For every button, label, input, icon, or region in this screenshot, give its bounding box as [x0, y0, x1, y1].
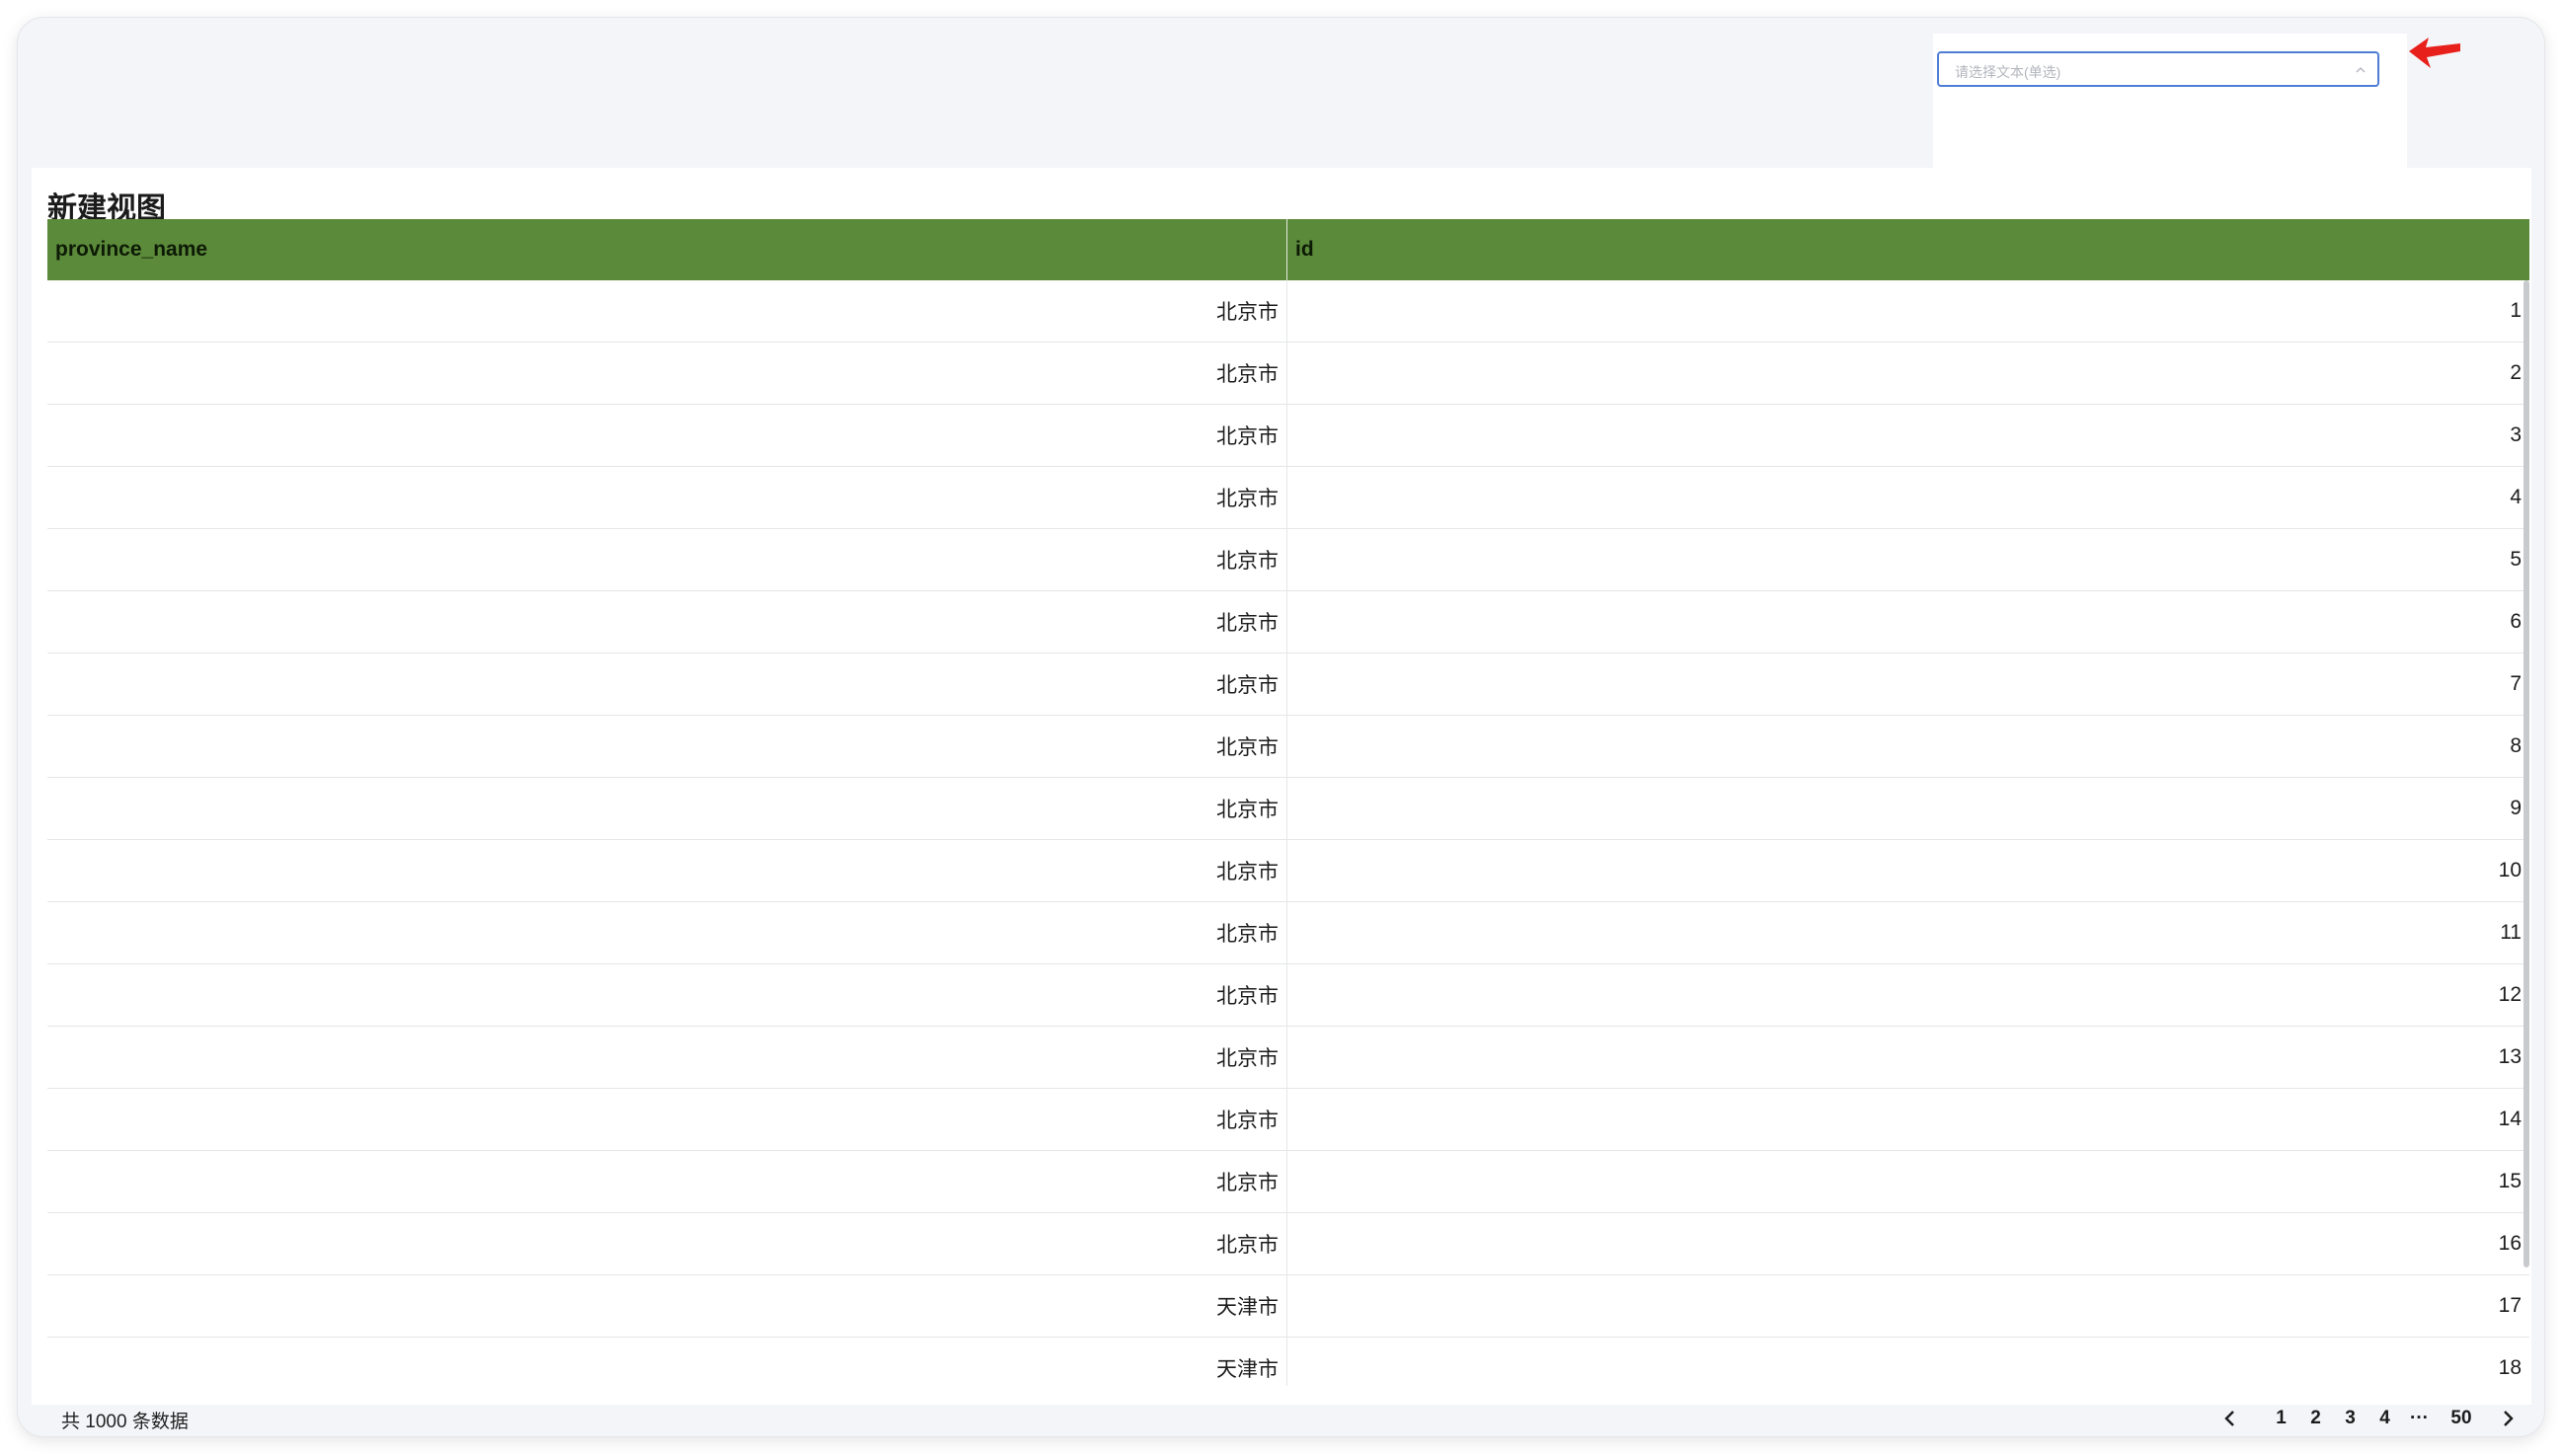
column-header-province-name[interactable]: province_name — [47, 219, 1287, 280]
table-row: 北京市 14 — [47, 1089, 2529, 1151]
chevron-up-icon — [2356, 67, 2366, 73]
table-row: 北京市 15 — [47, 1151, 2529, 1213]
page-ellipsis[interactable]: ··· — [2402, 1403, 2437, 1434]
cell-province-name: 北京市 — [47, 716, 1287, 777]
cell-province-name: 北京市 — [47, 280, 1287, 342]
table-row: 北京市 9 — [47, 778, 2529, 840]
app-window: 请选择文本(单选) 新建视图 province_name id 北京市 1 北京市… — [18, 18, 2544, 1436]
cell-id: 10 — [2498, 859, 2522, 881]
table-row: 北京市 5 — [47, 529, 2529, 591]
table-row: 北京市 4 — [47, 467, 2529, 529]
cell-id: 6 — [2510, 610, 2522, 633]
text-filter-select[interactable]: 请选择文本(单选) — [1937, 51, 2379, 87]
table-footer: 共 1000 条数据 1 2 3 4 ··· 50 — [61, 1399, 2529, 1436]
cell-province-name: 天津市 — [47, 1275, 1287, 1337]
cell-id: 17 — [2498, 1294, 2522, 1317]
cell-id: 18 — [2498, 1356, 2522, 1379]
table-row: 北京市 11 — [47, 902, 2529, 964]
table-scrollbar[interactable] — [2523, 280, 2529, 1267]
red-arrow-icon — [2409, 38, 2460, 68]
page-3[interactable]: 3 — [2333, 1403, 2368, 1434]
cell-id: 7 — [2510, 672, 2522, 695]
cell-province-name: 北京市 — [47, 591, 1287, 652]
pager-next-button[interactable] — [2486, 1403, 2529, 1434]
cell-province-name: 天津市 — [47, 1338, 1287, 1386]
cell-province-name: 北京市 — [47, 840, 1287, 901]
select-placeholder: 请选择文本(单选) — [1955, 64, 2061, 80]
page-2[interactable]: 2 — [2298, 1403, 2333, 1434]
data-table: province_name id 北京市 1 北京市 2 北京市 3 北京市 4 北京市… — [47, 219, 2529, 1386]
cell-id: 14 — [2498, 1108, 2522, 1130]
table-row: 北京市 8 — [47, 716, 2529, 778]
total-count: 共 1000 条数据 — [61, 1412, 189, 1432]
cell-province-name: 北京市 — [47, 1027, 1287, 1088]
cell-id: 12 — [2498, 983, 2522, 1006]
table-row: 北京市 12 — [47, 964, 2529, 1027]
table-row: 北京市 10 — [47, 840, 2529, 902]
cell-province-name: 北京市 — [47, 1213, 1287, 1274]
pagination: 1 2 3 4 ··· 50 — [2209, 1403, 2529, 1434]
cell-province-name: 北京市 — [47, 529, 1287, 590]
cell-id: 9 — [2510, 797, 2522, 819]
cell-province-name: 北京市 — [47, 467, 1287, 528]
cell-province-name: 北京市 — [47, 778, 1287, 839]
cell-id: 3 — [2510, 423, 2522, 446]
cell-province-name: 北京市 — [47, 405, 1287, 466]
cell-id: 5 — [2510, 548, 2522, 571]
table-row: 北京市 3 — [47, 405, 2529, 467]
cell-id: 8 — [2510, 734, 2522, 757]
cell-id: 13 — [2498, 1045, 2522, 1068]
table-row: 北京市 1 — [47, 280, 2529, 343]
chevron-left-icon — [2224, 1411, 2234, 1426]
table-body[interactable]: 北京市 1 北京市 2 北京市 3 北京市 4 北京市 5 北京市 6 北京市 7 北京市 8 … — [47, 280, 2529, 1386]
cell-province-name: 北京市 — [47, 653, 1287, 715]
table-header: province_name id — [47, 219, 2529, 280]
chevron-right-icon — [2504, 1411, 2514, 1426]
table-row: 天津市 18 — [47, 1338, 2529, 1386]
page-1[interactable]: 1 — [2264, 1403, 2298, 1434]
cell-id: 15 — [2498, 1170, 2522, 1192]
cell-province-name: 北京市 — [47, 902, 1287, 963]
cell-id: 16 — [2498, 1232, 2522, 1255]
table-row: 北京市 13 — [47, 1027, 2529, 1089]
cell-id: 2 — [2510, 361, 2522, 384]
table-row: 天津市 17 — [47, 1275, 2529, 1338]
column-header-id[interactable]: id — [1287, 219, 2529, 280]
cell-id: 1 — [2510, 299, 2522, 322]
cell-province-name: 北京市 — [47, 964, 1287, 1026]
table-row: 北京市 7 — [47, 653, 2529, 716]
table-row: 北京市 16 — [47, 1213, 2529, 1275]
filter-dropdown-panel: 请选择文本(单选) — [1933, 34, 2407, 170]
cell-id: 4 — [2510, 486, 2522, 508]
cell-province-name: 北京市 — [47, 1151, 1287, 1212]
pager-prev-button[interactable] — [2209, 1403, 2252, 1434]
cell-province-name: 北京市 — [47, 343, 1287, 404]
page-50[interactable]: 50 — [2437, 1403, 2486, 1434]
cell-province-name: 北京市 — [47, 1089, 1287, 1150]
table-row: 北京市 2 — [47, 343, 2529, 405]
cell-id: 11 — [2500, 921, 2522, 944]
page-4[interactable]: 4 — [2368, 1403, 2402, 1434]
view-panel: 新建视图 province_name id 北京市 1 北京市 2 北京市 3 北京市… — [32, 168, 2531, 1432]
table-row: 北京市 6 — [47, 591, 2529, 653]
